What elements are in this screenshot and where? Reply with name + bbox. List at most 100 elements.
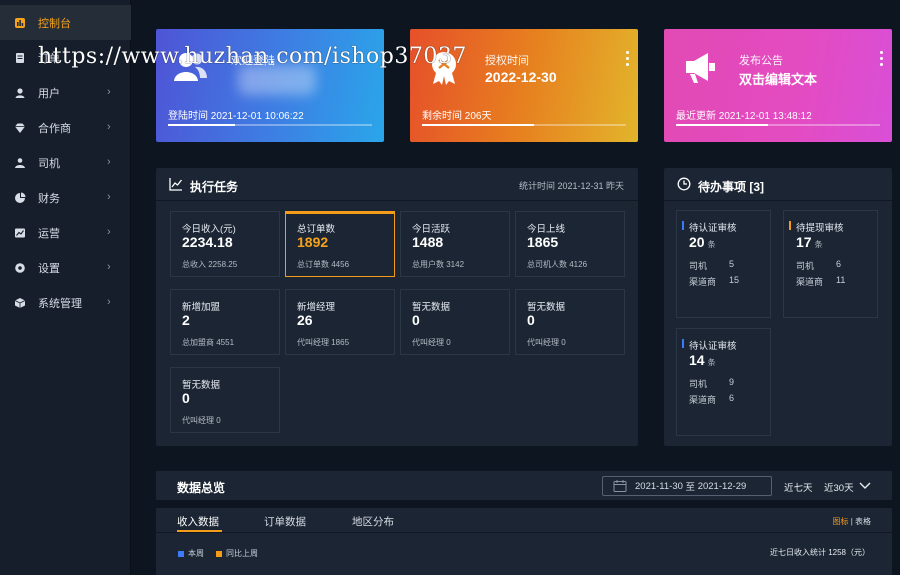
clock-icon xyxy=(677,177,691,191)
todo-unit: 条 xyxy=(814,240,823,249)
chevron-right-icon: › xyxy=(107,296,111,308)
watermark: https://www.huzhan.com/ishop37037 xyxy=(38,44,467,69)
todo-row-driver: 司机 5 xyxy=(689,259,759,272)
sidebar-item-label: 系统管理 xyxy=(38,297,82,310)
income-summary: 近七日收入统计 1258（元） xyxy=(769,548,870,557)
overview-title: 数据总览 xyxy=(177,481,226,495)
row-value: 5 xyxy=(729,259,735,269)
sidebar-item-operations[interactable]: 运营 › xyxy=(0,215,131,250)
chevron-right-icon: › xyxy=(107,156,111,168)
row-value: 11 xyxy=(836,275,846,285)
sidebar-item-drivers[interactable]: 司机 › xyxy=(0,145,131,180)
chart-legend: 本周 同比上周 xyxy=(178,548,270,559)
stat-card-new-franchise[interactable]: 新增加盟 2 总加盟商 4551 xyxy=(170,289,280,355)
stat-value: 1865 xyxy=(527,234,559,250)
sidebar-item-dashboard[interactable]: 控制台 xyxy=(0,5,131,40)
notice-card: 发布公告 双击编辑文本 最近更新 2021-12-01 13:48:12 xyxy=(664,29,892,142)
stat-sub: 总司机人数 4126 xyxy=(527,260,588,269)
stat-sub: 总订单数 4456 xyxy=(297,260,350,269)
view-chart-toggle[interactable]: 图标 xyxy=(832,517,848,526)
chevron-right-icon: › xyxy=(107,86,111,98)
view-separator: | xyxy=(850,517,853,526)
range-7-days[interactable]: 近七天 xyxy=(784,480,813,494)
stat-label: 暂无数据 xyxy=(182,380,221,391)
view-table-toggle[interactable]: 表格 xyxy=(855,517,871,526)
stat-card-income[interactable]: 今日收入(元) 2234.18 总收入 2258.25 xyxy=(170,211,280,277)
todo-card-verify[interactable]: 待认证审核 14 条 司机 9 渠道商 6 xyxy=(676,328,771,436)
stat-card-active[interactable]: 今日活跃 1488 总用户数 3142 xyxy=(400,211,510,277)
stat-card-empty[interactable]: 暂无数据 0 代叫经理 0 xyxy=(515,289,625,355)
stat-value: 1488 xyxy=(412,234,444,250)
todo-unit: 条 xyxy=(707,358,716,367)
view-toggle: 图标 | 表格 xyxy=(832,516,871,527)
diamond-icon xyxy=(14,122,26,134)
notice-text[interactable]: 双击编辑文本 xyxy=(739,69,817,88)
legend-label: 本周 xyxy=(188,549,204,558)
notice-progress xyxy=(676,124,880,126)
stat-label: 暂无数据 xyxy=(412,302,451,313)
todo-card-withdraw[interactable]: 待提现审核 17 条 司机 6 渠道商 11 xyxy=(783,210,878,318)
range-30-days[interactable]: 近30天 xyxy=(824,480,854,494)
tab-region[interactable]: 地区分布 xyxy=(352,514,394,529)
more-menu-icon[interactable] xyxy=(878,51,884,69)
todo-panel: 待办事项 [3] 待认证审核 20 条 司机 5 渠道商 15 待提现审核 17 条 司… xyxy=(664,168,892,446)
date-range-picker[interactable]: 2021-11-30 至 2021-12-29 xyxy=(602,476,772,496)
chevron-right-icon: › xyxy=(107,121,111,133)
date-separator: 至 xyxy=(685,482,696,493)
more-menu-icon[interactable] xyxy=(624,51,630,69)
sidebar-item-label: 设置 xyxy=(38,262,60,275)
stat-value: 26 xyxy=(297,312,313,328)
stat-card-empty[interactable]: 暂无数据 0 代叫经理 0 xyxy=(400,289,510,355)
tab-income[interactable]: 收入数据 xyxy=(177,514,219,529)
todo-row-channel: 渠道商 15 xyxy=(689,275,759,288)
tab-orders[interactable]: 订单数据 xyxy=(264,514,306,529)
todo-title-text: 待办事项 xyxy=(698,180,747,194)
stat-value: 0 xyxy=(527,312,535,328)
sidebar-item-settings[interactable]: 设置 › xyxy=(0,250,131,285)
sidebar-item-users[interactable]: 用户 › xyxy=(0,75,131,110)
legend-item-this-week: 本周 xyxy=(178,548,204,559)
stat-label: 暂无数据 xyxy=(527,302,566,313)
stat-card-orders[interactable]: 总订单数 1892 总订单数 4456 xyxy=(285,211,395,277)
legend-item-last-week: 同比上周 xyxy=(216,548,258,559)
stat-sub: 总收入 2258.25 xyxy=(182,260,238,269)
todo-count-value: 20 条 xyxy=(689,234,716,250)
chevron-right-icon: › xyxy=(107,261,111,273)
chevron-down-icon[interactable] xyxy=(858,478,872,492)
stat-time: 统计时间 2021-12-31 昨天 xyxy=(518,181,624,191)
row-value: 9 xyxy=(729,377,735,387)
last-updated: 最近更新 2021-12-01 13:48:12 xyxy=(676,111,812,122)
todo-count-value: 14 条 xyxy=(689,352,716,368)
stat-label: 今日活跃 xyxy=(412,224,451,235)
todo-card-verify[interactable]: 待认证审核 20 条 司机 5 渠道商 15 xyxy=(676,210,771,318)
stat-card-new-manager[interactable]: 新增经理 26 代叫经理 1865 xyxy=(285,289,395,355)
license-date: 2022-12-30 xyxy=(485,69,557,85)
chevron-right-icon: › xyxy=(107,226,111,238)
login-time: 登陆时间 2021-12-01 10:06:22 xyxy=(168,111,304,122)
stat-sub: 代叫经理 0 xyxy=(527,338,566,347)
stat-value: 0 xyxy=(182,390,190,406)
license-progress xyxy=(422,124,626,126)
blue-marker xyxy=(682,339,684,348)
sidebar-item-finance[interactable]: 财务 › xyxy=(0,180,131,215)
sidebar-item-partners[interactable]: 合作商 › xyxy=(0,110,131,145)
sidebar-item-system[interactable]: 系统管理 › xyxy=(0,285,131,320)
calendar-icon xyxy=(613,480,627,492)
sidebar-item-label: 用户 xyxy=(38,87,60,100)
todo-label: 待提现审核 xyxy=(796,223,844,234)
date-end: 2021-12-29 xyxy=(697,480,747,492)
remaining-time: 剩余时间 206天 xyxy=(422,111,492,122)
orange-marker xyxy=(789,221,791,230)
todo-row-channel: 渠道商 11 xyxy=(796,275,866,288)
todo-label: 待认证审核 xyxy=(689,341,737,352)
stat-sub: 代叫经理 0 xyxy=(182,416,221,425)
stat-sub: 总加盟商 4551 xyxy=(182,338,235,347)
date-start: 2021-11-30 xyxy=(635,480,683,492)
todo-count: [3] xyxy=(749,180,765,194)
stat-card-online[interactable]: 今日上线 1865 总司机人数 4126 xyxy=(515,211,625,277)
todo-row-driver: 司机 6 xyxy=(796,259,866,272)
stat-card-empty[interactable]: 暂无数据 0 代叫经理 0 xyxy=(170,367,280,433)
stat-value: 0 xyxy=(412,312,420,328)
active-tab-indicator xyxy=(177,530,222,532)
stat-label: 新增加盟 xyxy=(182,302,221,313)
